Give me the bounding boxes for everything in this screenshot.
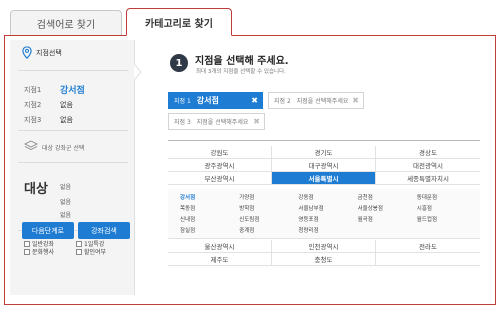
close-icon[interactable]: ✖ bbox=[253, 117, 260, 126]
course-search-button[interactable]: 강좌검색 bbox=[78, 222, 130, 239]
region-gwangju[interactable]: 광주광역시 bbox=[168, 159, 272, 172]
checkbox-box[interactable] bbox=[24, 240, 30, 247]
checkbox-discount[interactable]: 할인여부 bbox=[76, 247, 106, 256]
chip-branch-name: 강서점 bbox=[196, 96, 219, 105]
region-grid: 강원도 경기도 경상도 광주광역시 대구광역시 대전광역시 부산광역시 서울특별… bbox=[168, 146, 480, 185]
branch-option[interactable]: 월드컵점 bbox=[417, 215, 476, 223]
divider bbox=[18, 130, 128, 131]
checkbox-box[interactable] bbox=[76, 240, 82, 247]
chip-placeholder: 지점을 선택해주세요 bbox=[196, 119, 249, 126]
checkbox-label: 문화행사 bbox=[32, 249, 55, 256]
branch-option[interactable]: 서울남부점 bbox=[298, 204, 357, 212]
branch-option[interactable]: 월곡점 bbox=[358, 215, 417, 223]
branch-1-value: 강서점 bbox=[60, 86, 85, 96]
target-value: 없음 bbox=[60, 212, 72, 219]
branch-option[interactable]: 서울상봉점 bbox=[358, 204, 417, 212]
close-icon[interactable]: ✖ bbox=[352, 96, 359, 105]
branch-1-label: 지점1 bbox=[24, 86, 42, 94]
region-daegu[interactable]: 대구광역시 bbox=[272, 159, 376, 172]
branch-list: 강서점 가양점 강동점 금천점 동대문점 목동점 방학점 서울남부점 서울상봉점… bbox=[180, 193, 476, 234]
selected-branch-chip-2[interactable]: 지점 2 지점을 선택해주세요 ✖ bbox=[268, 92, 364, 109]
tab-search-category[interactable]: 카테고리로 찾기 bbox=[126, 8, 232, 36]
branch-option[interactable]: 목동점 bbox=[180, 204, 239, 212]
target-title: 대상 bbox=[24, 182, 48, 197]
branch-2-value: 없음 bbox=[60, 101, 73, 109]
branch-option[interactable]: 강동점 bbox=[298, 193, 357, 201]
close-icon[interactable]: ✖ bbox=[251, 96, 258, 105]
branch-option[interactable]: 신도림점 bbox=[239, 215, 298, 223]
branch-option[interactable]: 가양점 bbox=[239, 193, 298, 201]
region-gyeonggi[interactable]: 경기도 bbox=[272, 146, 376, 159]
map-pin-icon bbox=[22, 46, 32, 59]
target-course-label: 대상 강좌군 선택 bbox=[42, 145, 85, 152]
region-incheon[interactable]: 인천광역시 bbox=[272, 240, 376, 253]
region-sejong[interactable]: 세종특별자치시 bbox=[376, 172, 480, 185]
region-gangwon[interactable]: 강원도 bbox=[168, 146, 272, 159]
region-jeolla[interactable]: 전라도 bbox=[376, 240, 480, 253]
target-value: 없음 bbox=[60, 184, 72, 191]
branch-option[interactable]: 시흥점 bbox=[417, 204, 476, 212]
divider bbox=[18, 162, 128, 163]
step-number-badge: 1 bbox=[170, 54, 188, 72]
region-ulsan[interactable]: 울산광역시 bbox=[168, 240, 272, 253]
checkbox-label: 할인여부 bbox=[84, 249, 107, 256]
step-title: 지점을 선택해 주세요. bbox=[195, 56, 289, 67]
branch-2-label: 지점2 bbox=[24, 101, 42, 109]
branch-option[interactable]: 동대문점 bbox=[417, 193, 476, 201]
chip-label: 지점 2 bbox=[274, 98, 291, 105]
region-chungcheong[interactable]: 충청도 bbox=[272, 253, 376, 266]
branch-3-label: 지점3 bbox=[24, 116, 42, 124]
region-seoul[interactable]: 서울특별시 bbox=[272, 172, 376, 185]
region-jeju[interactable]: 제주도 bbox=[168, 253, 272, 266]
layers-icon bbox=[24, 140, 38, 151]
branch-option[interactable]: 잠실점 bbox=[180, 226, 239, 234]
checkbox-box[interactable] bbox=[24, 248, 30, 255]
next-step-button[interactable]: 다음단계로 bbox=[22, 222, 74, 239]
branch-option[interactable]: 중계점 bbox=[239, 226, 298, 234]
checkbox-box[interactable] bbox=[76, 248, 82, 255]
branch-list-panel: 강서점 가양점 강동점 금천점 동대문점 목동점 방학점 서울남부점 서울상봉점… bbox=[168, 189, 480, 239]
region-busan[interactable]: 부산광역시 bbox=[168, 172, 272, 185]
chip-placeholder: 지점을 선택해주세요 bbox=[296, 98, 349, 105]
region-empty bbox=[376, 253, 480, 266]
target-value: 없음 bbox=[60, 199, 72, 206]
branch-option-gangseo[interactable]: 강서점 bbox=[180, 193, 239, 201]
chip-label: 지점 3 bbox=[174, 119, 191, 126]
selection-summary-panel: 지점선택 지점1 강서점 지점2 없음 지점3 없음 대상 강좌군 선택 대상 … bbox=[10, 40, 135, 295]
divider bbox=[18, 70, 128, 71]
region-daejeon[interactable]: 대전광역시 bbox=[376, 159, 480, 172]
branch-3-value: 없음 bbox=[60, 116, 73, 124]
panel-pointer bbox=[134, 64, 142, 80]
checkbox-cultural-event[interactable]: 문화행사 bbox=[24, 247, 54, 256]
region-grid-bottom: 울산광역시 인천광역시 전라도 제주도 충청도 bbox=[168, 240, 480, 266]
branch-option[interactable]: 영등포점 bbox=[298, 215, 357, 223]
branch-option[interactable]: 금천점 bbox=[358, 193, 417, 201]
branch-option[interactable]: 신내점 bbox=[180, 215, 239, 223]
branch-option[interactable]: 방학점 bbox=[239, 204, 298, 212]
selected-branch-chip-3[interactable]: 지점 3 지점을 선택해주세요 ✖ bbox=[168, 113, 265, 130]
selected-branch-chip-1[interactable]: 지점 1 강서점 ✖ bbox=[168, 92, 263, 109]
step-subtitle: 최대 3개의 지점을 선택할 수 있습니다. bbox=[196, 69, 286, 75]
region-gyeongsang[interactable]: 경상도 bbox=[376, 146, 480, 159]
branch-select-label: 지점선택 bbox=[36, 49, 62, 57]
region-grid-top-border bbox=[168, 140, 480, 141]
chip-label: 지점 1 bbox=[174, 98, 191, 105]
tab-search-keyword[interactable]: 검색어로 찾기 bbox=[10, 10, 122, 36]
branch-option[interactable]: 청량리점 bbox=[298, 226, 357, 234]
tab-bar: 검색어로 찾기 카테고리로 찾기 bbox=[4, 8, 496, 36]
